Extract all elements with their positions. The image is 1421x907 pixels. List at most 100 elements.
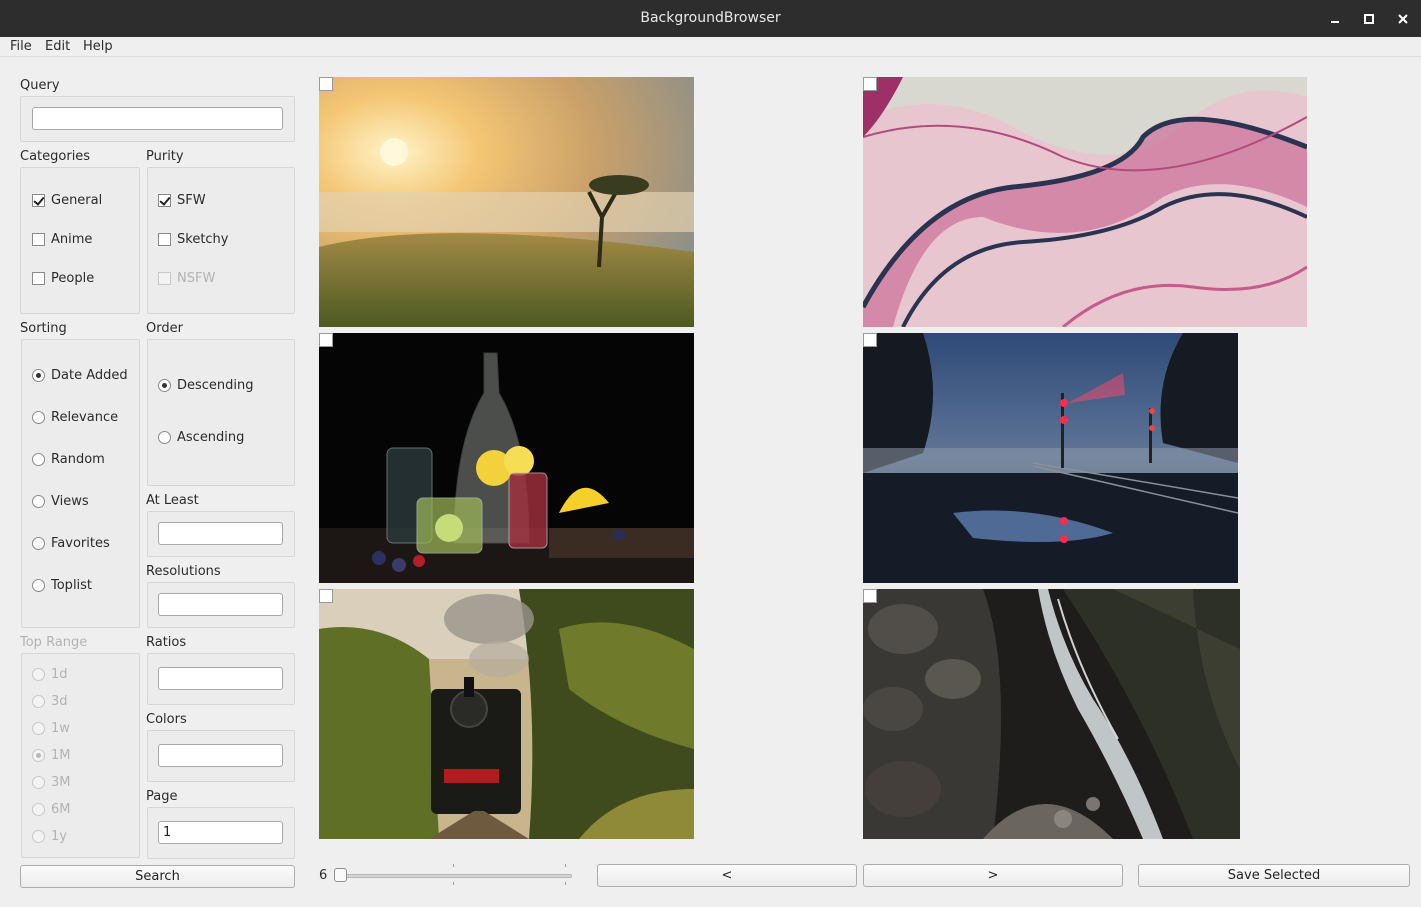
- thumbnail-pink-marble-pattern[interactable]: [863, 77, 1307, 327]
- thumbnail-steam-train-forest[interactable]: [319, 589, 694, 839]
- railway-signals-image: [863, 333, 1238, 583]
- checkbox-checked-icon: [32, 194, 45, 207]
- sorting-views-radio[interactable]: Views: [32, 494, 89, 509]
- top-range-1y-label: 1y: [51, 829, 67, 844]
- ratios-label: Ratios: [146, 635, 187, 650]
- misty-sunrise-image: [319, 77, 694, 327]
- sorting-label: Sorting: [20, 321, 67, 336]
- slider-tick: [565, 864, 566, 867]
- radio-unselected-icon: [32, 411, 45, 424]
- window-title: BackgroundBrowser: [640, 10, 781, 26]
- thumbnail-railway-signals-fog[interactable]: [863, 333, 1238, 583]
- select-checkbox[interactable]: [863, 333, 877, 347]
- top-range-1d-radio: 1d: [32, 667, 68, 682]
- sorting-favorites-radio[interactable]: Favorites: [32, 536, 110, 551]
- at-least-input[interactable]: [158, 522, 283, 545]
- at-least-label: At Least: [146, 493, 199, 508]
- sorting-relevance-radio[interactable]: Relevance: [32, 410, 118, 425]
- checkbox-disabled-icon: [158, 272, 171, 285]
- title-bar: BackgroundBrowser: [0, 0, 1421, 37]
- maximize-icon[interactable]: [1359, 9, 1379, 29]
- ratios-input[interactable]: [158, 667, 283, 690]
- purity-sfw-checkbox[interactable]: SFW: [158, 193, 206, 208]
- minimize-icon[interactable]: [1325, 9, 1345, 29]
- sorting-views-label: Views: [51, 494, 89, 509]
- menu-file[interactable]: File: [10, 39, 32, 54]
- radio-disabled-icon: [32, 830, 45, 843]
- purity-label: Purity: [146, 149, 184, 164]
- select-checkbox[interactable]: [319, 589, 333, 603]
- menu-bar: File Edit Help: [0, 37, 1421, 57]
- checkbox-unchecked-icon: [32, 272, 45, 285]
- sorting-relevance-label: Relevance: [51, 410, 119, 425]
- checkbox-checked-icon: [158, 194, 171, 207]
- radio-disabled-selected-icon: [32, 749, 45, 762]
- radio-disabled-icon: [32, 776, 45, 789]
- category-anime-label: Anime: [51, 232, 93, 247]
- radio-unselected-icon: [32, 453, 45, 466]
- order-group: [147, 339, 295, 486]
- radio-unselected-icon: [158, 431, 171, 444]
- category-people-label: People: [51, 271, 95, 286]
- waterfall-rocks-image: [863, 589, 1240, 839]
- top-range-1m-radio: 1M: [32, 748, 71, 763]
- top-range-3m-radio: 3M: [32, 775, 71, 790]
- top-range-3d-label: 3d: [51, 694, 68, 709]
- resolutions-label: Resolutions: [146, 564, 221, 579]
- top-range-1y-radio: 1y: [32, 829, 67, 844]
- radio-disabled-icon: [32, 695, 45, 708]
- sorting-favorites-label: Favorites: [51, 536, 110, 551]
- close-icon[interactable]: [1393, 9, 1413, 29]
- slider-tick: [453, 882, 454, 885]
- menu-edit[interactable]: Edit: [45, 39, 70, 54]
- thumbnail-lemon-water-jars[interactable]: [319, 333, 694, 583]
- search-button[interactable]: Search: [20, 865, 295, 888]
- top-range-1m-label: 1M: [51, 748, 71, 763]
- top-range-6m-label: 6M: [51, 802, 71, 817]
- sorting-date-added-radio[interactable]: Date Added: [32, 368, 128, 383]
- select-checkbox[interactable]: [863, 77, 877, 91]
- thumbnail-misty-sunrise-tree[interactable]: [319, 77, 694, 327]
- radio-unselected-icon: [32, 579, 45, 592]
- slider-handle[interactable]: [334, 868, 347, 882]
- thumbnail-waterfall-rocks[interactable]: [863, 589, 1240, 839]
- top-range-1w-radio: 1w: [32, 721, 70, 736]
- order-descending-radio[interactable]: Descending: [158, 378, 254, 393]
- top-range-6m-radio: 6M: [32, 802, 71, 817]
- categories-label: Categories: [20, 149, 91, 164]
- select-checkbox[interactable]: [319, 333, 333, 347]
- radio-unselected-icon: [32, 495, 45, 508]
- page-label: Page: [146, 789, 178, 804]
- sorting-random-label: Random: [51, 452, 105, 467]
- colors-input[interactable]: [158, 744, 283, 767]
- checkbox-unchecked-icon: [158, 233, 171, 246]
- radio-disabled-icon: [32, 803, 45, 816]
- save-selected-button[interactable]: Save Selected: [1138, 864, 1410, 887]
- next-page-button[interactable]: >: [863, 864, 1123, 887]
- slider-value: 6: [319, 868, 328, 883]
- select-checkbox[interactable]: [863, 589, 877, 603]
- order-label: Order: [146, 321, 183, 336]
- category-people-checkbox[interactable]: People: [32, 271, 94, 286]
- select-checkbox[interactable]: [319, 77, 333, 91]
- previous-page-button[interactable]: <: [597, 864, 857, 887]
- purity-sfw-label: SFW: [177, 193, 206, 208]
- order-ascending-radio[interactable]: Ascending: [158, 430, 244, 445]
- slider-tick: [565, 882, 566, 885]
- resolutions-input[interactable]: [158, 593, 283, 616]
- sorting-toplist-radio[interactable]: Toplist: [32, 578, 92, 593]
- radio-selected-icon: [158, 379, 171, 392]
- query-input[interactable]: [32, 107, 283, 130]
- menu-help[interactable]: Help: [83, 39, 113, 54]
- category-anime-checkbox[interactable]: Anime: [32, 232, 92, 247]
- category-general-checkbox[interactable]: General: [32, 193, 102, 208]
- thumbnail-size-slider-track[interactable]: [341, 874, 572, 878]
- top-range-3m-label: 3M: [51, 775, 71, 790]
- purity-sketchy-checkbox[interactable]: Sketchy: [158, 232, 229, 247]
- page-input[interactable]: [158, 821, 283, 844]
- sorting-toplist-label: Toplist: [51, 578, 93, 593]
- sorting-date-added-label: Date Added: [51, 368, 128, 383]
- radio-disabled-icon: [32, 668, 45, 681]
- top-range-label: Top Range: [20, 635, 88, 650]
- sorting-random-radio[interactable]: Random: [32, 452, 105, 467]
